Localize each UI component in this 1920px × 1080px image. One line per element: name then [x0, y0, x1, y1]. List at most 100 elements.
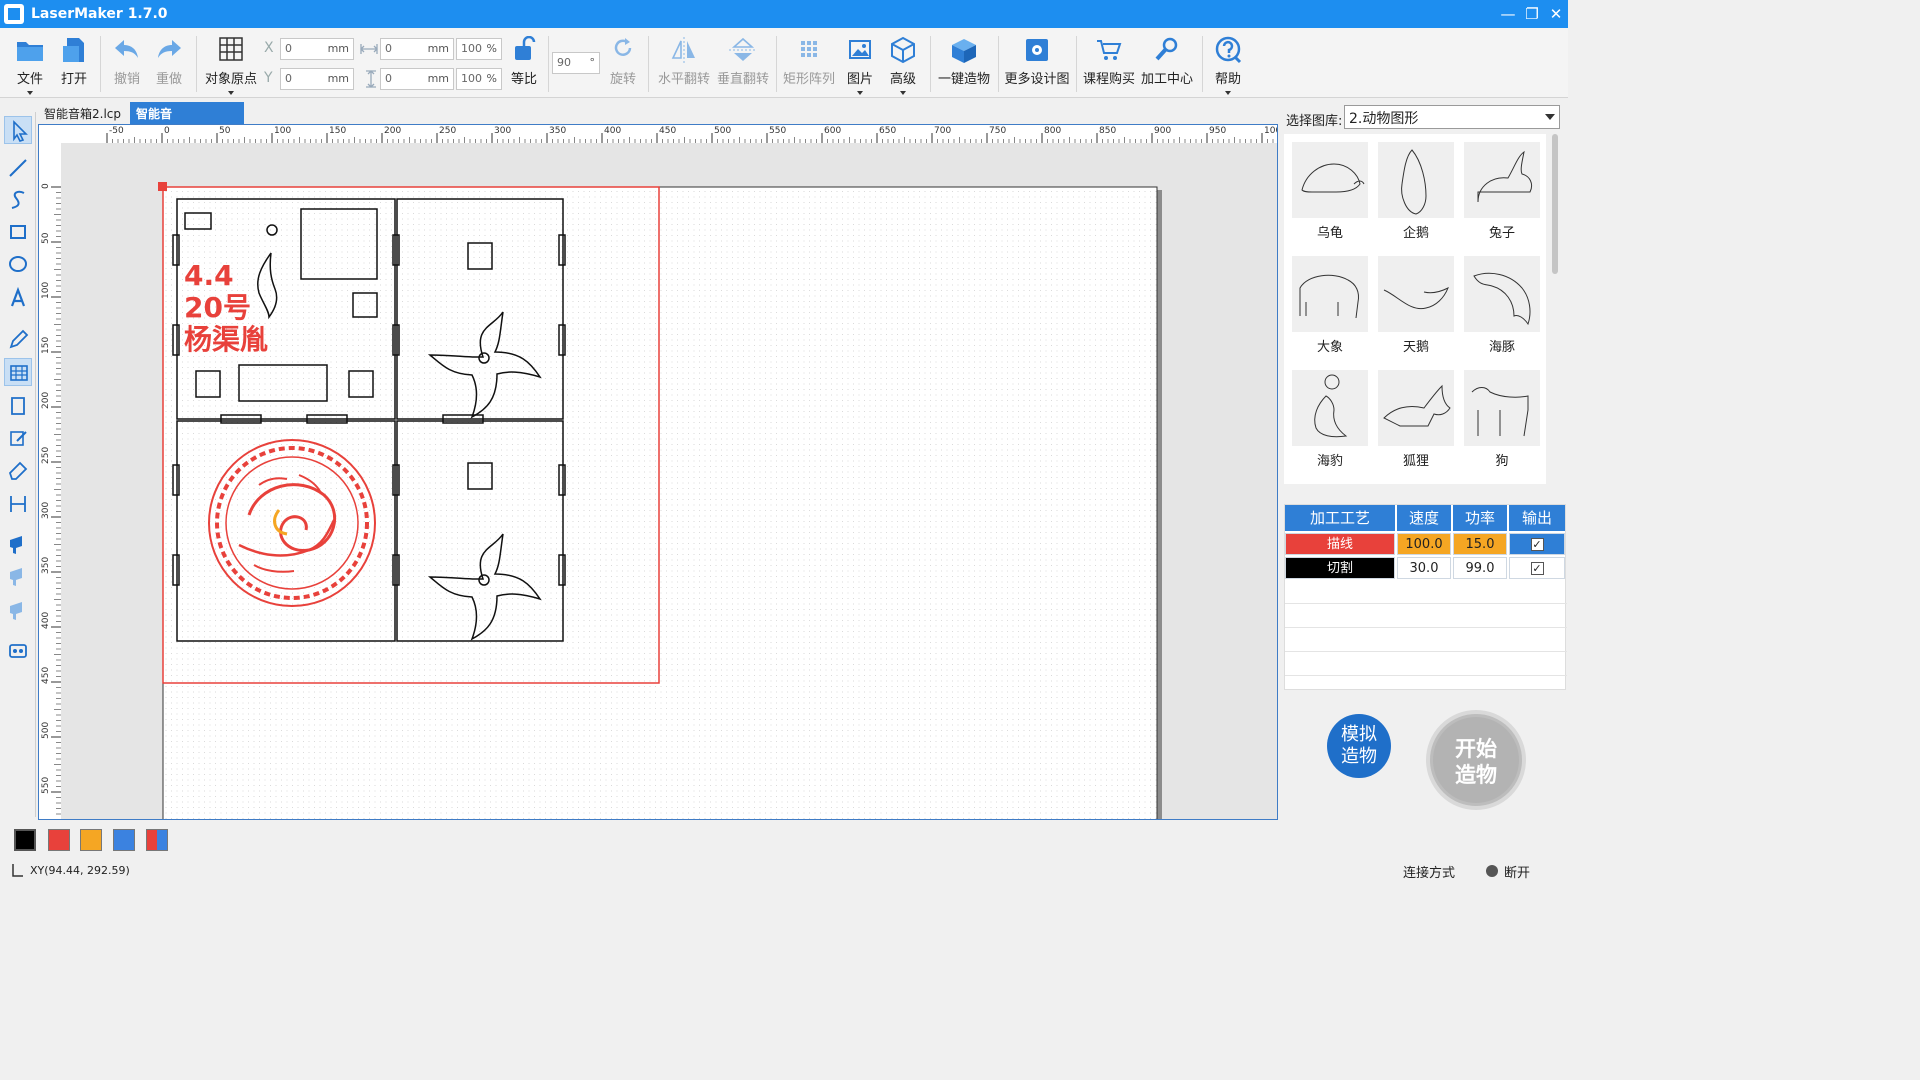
edit-tool[interactable] [4, 424, 32, 452]
gallery-item-turtle[interactable]: 乌龟 [1288, 138, 1372, 250]
ruler-label: 550 [769, 126, 786, 136]
library-selected-value: 2.动物图形 [1349, 111, 1419, 127]
swatch-orange[interactable] [80, 829, 102, 851]
y-input[interactable]: 0 mm [280, 68, 354, 90]
x-label: X [264, 40, 274, 56]
rotate-angle-value: 90 [557, 56, 571, 69]
eraser-tool[interactable] [4, 456, 32, 484]
height-input[interactable]: 0 mm [380, 68, 454, 90]
gallery-item-penguin[interactable]: 企鹅 [1374, 138, 1458, 250]
gallery-item-swan[interactable]: 天鹅 [1374, 252, 1458, 364]
work-area[interactable] [162, 186, 1158, 820]
checkbox-checked-icon[interactable]: ✓ [1530, 562, 1544, 575]
start-make-button[interactable]: 开始 造物 [1426, 710, 1526, 810]
engrave-text-line-1[interactable]: 4.4 [184, 259, 234, 292]
curve-tool[interactable] [4, 186, 32, 214]
vertical-flip-button[interactable]: 垂直翻转 [714, 36, 772, 92]
checkbox-checked-icon[interactable]: ✓ [1530, 538, 1544, 551]
processing-center-button[interactable]: 加工中心 [1138, 36, 1196, 92]
engrave-text-line-2[interactable]: 20号 [184, 291, 251, 324]
ruler-label: 900 [1154, 126, 1171, 136]
library-select-label: 选择图库: [1286, 114, 1343, 129]
one-click-make-button[interactable]: 一键造物 [934, 36, 994, 92]
process-row-engrave-output[interactable]: ✓ [1509, 533, 1565, 555]
height-percent-input[interactable]: 100% [456, 68, 502, 90]
ruler-label: 700 [934, 126, 951, 136]
swatch-blue[interactable] [113, 829, 135, 851]
rect-array-button[interactable]: 矩形阵列 [780, 36, 838, 92]
library-select[interactable]: 2.动物图形 [1344, 105, 1560, 129]
ruler-label: 300 [494, 126, 511, 136]
rectangle-tool[interactable] [4, 218, 32, 246]
fill-tool[interactable] [4, 530, 32, 558]
tab-file-2[interactable]: 智能音箱.1.lcp✕ [130, 102, 244, 138]
redo-button[interactable]: 重做 [148, 36, 190, 92]
swatch-red[interactable] [48, 829, 70, 851]
align-tool[interactable] [4, 490, 32, 518]
width-percent-input[interactable]: 100% [456, 38, 502, 60]
pen-tool[interactable] [4, 326, 32, 354]
text-tool[interactable] [4, 284, 32, 312]
fill-tool-2[interactable] [4, 562, 32, 590]
gallery-scrollbar[interactable] [1552, 134, 1558, 274]
simulate-button[interactable]: 模拟 造物 [1327, 714, 1391, 778]
maximize-button[interactable]: ❐ [1520, 3, 1544, 25]
swatch-black[interactable] [14, 829, 36, 851]
undo-button[interactable]: 撤销 [106, 36, 148, 92]
axis-icon [12, 864, 23, 877]
gallery-item-elephant[interactable]: 大象 [1288, 252, 1372, 364]
page-tool[interactable] [4, 392, 32, 420]
process-row-engrave-power[interactable]: 15.0 [1453, 533, 1507, 555]
rotate-button[interactable]: 旋转 [604, 36, 642, 92]
process-row-cut-speed[interactable]: 30.0 [1397, 557, 1451, 579]
proportional-lock-button[interactable]: 等比 [504, 36, 544, 92]
gallery-item-dolphin[interactable]: 海豚 [1460, 252, 1544, 364]
y-label: Y [264, 70, 273, 86]
processing-center-label: 加工中心 [1140, 72, 1193, 87]
gallery-item-fox[interactable]: 狐狸 [1374, 366, 1458, 478]
height-icon [366, 70, 376, 88]
process-row-cut-output[interactable]: ✓ [1509, 557, 1565, 579]
process-row-cut-name[interactable]: 切割 [1285, 557, 1395, 579]
rotate-angle-input[interactable]: 90 ° [552, 52, 600, 74]
tab-file-1[interactable]: 智能音箱2.lcp [38, 102, 128, 124]
swatch-multicolor[interactable] [146, 829, 168, 851]
gallery-item-seal[interactable]: 海豹 [1288, 366, 1372, 478]
minimize-button[interactable]: — [1496, 3, 1520, 25]
grid-tool[interactable] [4, 358, 32, 386]
gallery-item-dog[interactable]: 狗 [1460, 366, 1544, 478]
ruler-label: 400 [604, 126, 621, 136]
eraser-icon [8, 461, 28, 480]
device-tool[interactable] [4, 636, 32, 664]
chevron-down-icon [1545, 114, 1555, 125]
ruler-label: 400 [41, 612, 51, 629]
horizontal-flip-button[interactable]: 水平翻转 [654, 36, 714, 92]
process-row-cut-power[interactable]: 99.0 [1453, 557, 1507, 579]
grid-icon [10, 365, 28, 381]
course-purchase-button[interactable]: 课程购买 [1080, 36, 1138, 92]
ellipse-tool[interactable] [4, 250, 32, 278]
close-window-button[interactable]: ✕ [1544, 3, 1568, 25]
open-button[interactable]: 打开 [52, 36, 96, 92]
selection-handle[interactable] [158, 182, 167, 191]
help-button[interactable]: 帮助 [1208, 36, 1248, 95]
ruler-label: 100 [274, 126, 291, 136]
select-tool[interactable] [4, 116, 32, 144]
width-input[interactable]: 0 mm [380, 38, 454, 60]
status-bar: XY(94.44, 292.59) 连接方式 断开 [0, 860, 1568, 882]
x-input[interactable]: 0 mm [280, 38, 354, 60]
gallery-item-rabbit[interactable]: 兔子 [1460, 138, 1544, 250]
advanced-button[interactable]: 高级 [884, 36, 922, 95]
gallery-label: 天鹅 [1402, 340, 1429, 355]
image-button[interactable]: 图片 [842, 36, 878, 95]
engrave-text-line-3[interactable]: 杨渠胤 [184, 323, 268, 356]
object-origin-button[interactable]: 对象原点 [200, 36, 262, 95]
design-canvas[interactable]: -50 0 50 100 150 200 250 300 350 400 450 500 550 600 6… [38, 124, 1278, 820]
process-row-engrave-speed[interactable]: 100.0 [1397, 533, 1451, 555]
line-tool[interactable] [4, 154, 32, 182]
more-designs-button[interactable]: 更多设计图 [1002, 36, 1072, 92]
file-button[interactable]: 文件 [8, 36, 52, 95]
process-row-engrave-name[interactable]: 描线 [1285, 533, 1395, 555]
fill-tool-3[interactable] [4, 596, 32, 624]
open-file-icon [63, 38, 84, 62]
